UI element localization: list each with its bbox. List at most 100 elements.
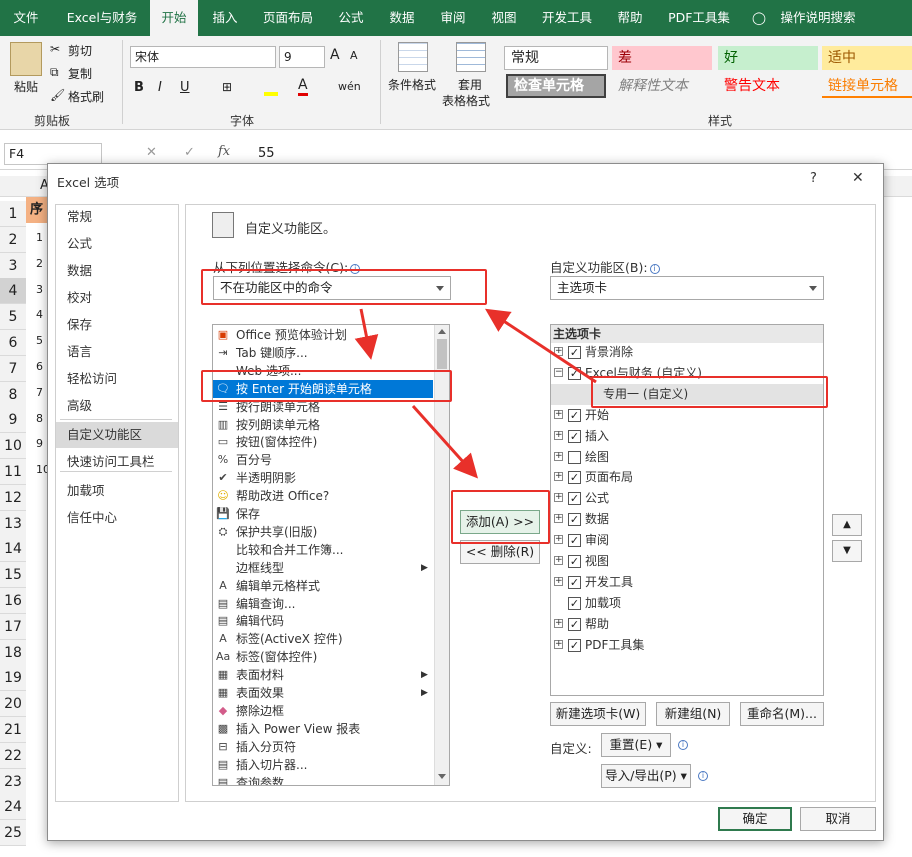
style-linked-cell[interactable]: 链接单元格 (822, 74, 912, 98)
cut-button[interactable]: 剪切 (68, 42, 92, 59)
row-header[interactable]: 19 (0, 665, 26, 692)
cell-a-value[interactable]: 3 (36, 283, 43, 296)
row-header[interactable]: 2 (0, 226, 26, 253)
cell-a-value[interactable]: 4 (36, 308, 43, 321)
paste-button[interactable]: 粘贴 (14, 78, 38, 95)
borders-icon[interactable]: ⊞ (222, 80, 232, 94)
paste-icon[interactable] (10, 42, 42, 76)
tab-page-layout[interactable]: 页面布局 (252, 0, 324, 36)
row-header[interactable]: 15 (0, 562, 26, 589)
underline-button[interactable]: U (180, 80, 190, 95)
format-as-table-label-1[interactable]: 套用 (458, 76, 482, 93)
insert-function-icon[interactable]: fx (218, 144, 230, 159)
row-header[interactable]: 23 (0, 768, 26, 795)
font-size-select[interactable]: 9 (279, 46, 325, 68)
row-header[interactable]: 5 (0, 304, 26, 331)
tab-insert[interactable]: 插入 (200, 0, 250, 36)
arrow-down (354, 308, 379, 360)
italic-button[interactable]: I (158, 80, 162, 95)
row-header[interactable]: 17 (0, 613, 26, 640)
excel-options-dialog: Excel 选项 ? ✕ 常规 公式 数据 校对 保存 语言 轻松访问 高级 自定义功能区 快速访… (47, 163, 884, 841)
cell-a-value[interactable]: 8 (36, 412, 43, 425)
shrink-font-icon[interactable]: A (350, 49, 358, 62)
tab-excel-finance[interactable]: Excel与财务 (56, 0, 148, 36)
format-painter-icon: 🖌 (50, 88, 66, 102)
row-header[interactable]: 7 (0, 355, 26, 382)
font-name-value: 宋体 (135, 50, 160, 64)
row-header[interactable]: 11 (0, 459, 26, 485)
copy-icon: ⧉ (50, 65, 59, 79)
format-as-table-icon[interactable] (456, 42, 486, 72)
cut-icon: ✂ (50, 42, 61, 56)
cell-a-value[interactable]: 7 (36, 386, 43, 399)
row-header[interactable]: 25 (0, 820, 26, 847)
tab-view[interactable]: 视图 (480, 0, 528, 36)
row-header[interactable]: 8 (0, 381, 26, 408)
ribbon-home: 粘贴 ✂ 剪切 ⧉ 复制 🖌 格式刷 剪贴板 宋体 9 A A B I U ⊞ … (0, 36, 912, 130)
row-header[interactable]: 14 (0, 536, 26, 563)
style-good[interactable]: 好 (718, 46, 818, 70)
cell-a-value[interactable]: 2 (36, 257, 43, 270)
tab-formulas[interactable]: 公式 (326, 0, 376, 36)
row-header[interactable]: 1 (0, 201, 26, 227)
ribbon-tab-bar: 文件 Excel与财务 开始 插入 页面布局 公式 数据 审阅 视图 开发工具 … (0, 0, 912, 37)
grow-font-icon[interactable]: A (330, 47, 340, 63)
row-header[interactable]: 10 (0, 433, 26, 460)
cell-ref: F4 (9, 146, 25, 161)
cell-a-value[interactable]: 5 (36, 334, 43, 347)
bold-button[interactable]: B (134, 80, 144, 95)
lightbulb-icon: ◯ (752, 10, 766, 25)
conditional-format-icon[interactable] (398, 42, 428, 72)
arrow-to-add (411, 404, 479, 479)
row-header[interactable]: 12 (0, 484, 26, 511)
row-header[interactable]: 21 (0, 717, 26, 743)
font-name-select[interactable]: 宋体 (130, 46, 276, 68)
format-as-table-label-2[interactable]: 表格格式 (442, 92, 490, 109)
row-header[interactable]: 3 (0, 252, 26, 279)
divider (380, 40, 381, 124)
cell-a-value[interactable]: 9 (36, 437, 43, 450)
row-header[interactable]: 20 (0, 691, 26, 718)
row-header[interactable]: 13 (0, 510, 26, 537)
fill-color-icon[interactable] (264, 80, 278, 96)
row-header[interactable]: 6 (0, 330, 26, 356)
style-warning[interactable]: 警告文本 (718, 74, 818, 98)
row-header[interactable]: 16 (0, 588, 26, 614)
tab-help[interactable]: 帮助 (606, 0, 654, 36)
tab-file[interactable]: 文件 (0, 0, 52, 36)
tab-pdf-tools[interactable]: PDF工具集 (656, 0, 742, 36)
row-header[interactable]: 9 (0, 407, 26, 434)
annotation-arrows (354, 308, 597, 479)
conditional-format-button[interactable]: 条件格式 (388, 76, 436, 93)
font-size-value: 9 (284, 50, 292, 64)
row-header[interactable]: 24 (0, 794, 26, 821)
style-explanatory[interactable]: 解释性文本 (612, 74, 712, 98)
row-header[interactable]: 18 (0, 639, 26, 666)
tab-home[interactable]: 开始 (150, 0, 198, 37)
format-painter-button[interactable]: 格式刷 (68, 88, 104, 105)
formula-input[interactable]: 55 (258, 146, 275, 161)
font-group-label: 字体 (230, 114, 255, 128)
copy-button[interactable]: 复制 (68, 65, 92, 82)
tab-developer[interactable]: 开发工具 (530, 0, 604, 36)
style-normal[interactable]: 常规 (504, 46, 608, 70)
cancel-formula-icon[interactable]: ✕ (146, 145, 157, 160)
cell-a-value[interactable]: 1 (36, 231, 43, 244)
enter-formula-icon[interactable]: ✓ (184, 145, 195, 160)
tell-me-search[interactable]: 操作说明搜索 (772, 0, 864, 36)
cell-a-value[interactable]: 6 (36, 360, 43, 373)
clipboard-group-label: 剪贴板 (34, 114, 71, 128)
style-neutral[interactable]: 适中 (822, 46, 912, 70)
phonetic-icon[interactable]: wén (338, 80, 361, 93)
arrow-from-group (484, 308, 597, 384)
tab-data[interactable]: 数据 (378, 0, 426, 36)
styles-group-label: 样式 (708, 114, 733, 128)
style-check-cell[interactable]: 检查单元格 (506, 74, 606, 98)
divider (122, 40, 123, 124)
font-color-icon[interactable]: A (298, 77, 308, 96)
row-header[interactable]: 22 (0, 742, 26, 769)
tab-review[interactable]: 审阅 (428, 0, 478, 36)
style-bad[interactable]: 差 (612, 46, 712, 70)
name-box[interactable]: F4 (4, 143, 102, 165)
row-header[interactable]: 4 (0, 278, 26, 305)
